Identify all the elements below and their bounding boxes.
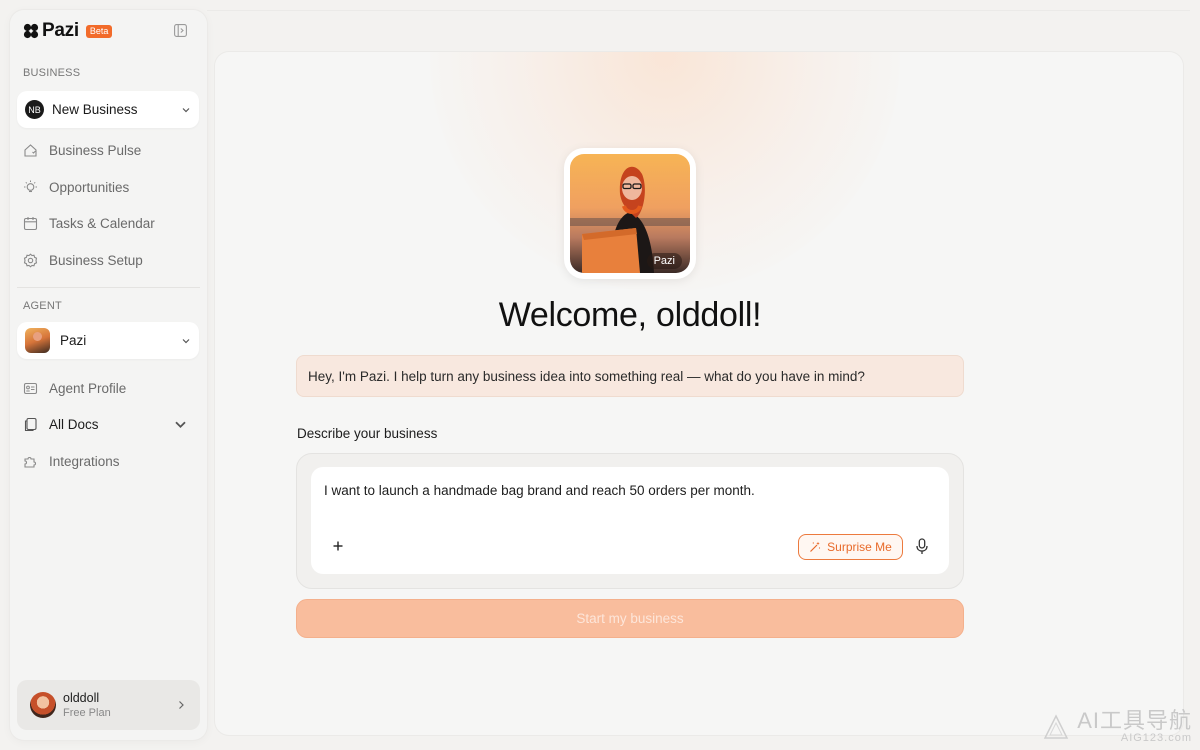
brand: Pazi Beta [23, 20, 113, 42]
agent-selector[interactable]: Pazi [17, 322, 199, 359]
composer-input-area[interactable]: I want to launch a handmade bag brand an… [311, 467, 949, 574]
watermark-logo-icon [1043, 714, 1069, 739]
surprise-me-label: Surprise Me [827, 540, 892, 554]
sidebar-item-label: Business Setup [49, 252, 143, 268]
sidebar-item-label: Tasks & Calendar [49, 215, 155, 231]
user-name: olddoll [63, 691, 100, 705]
chevron-down-icon [182, 338, 190, 343]
calendar-icon [23, 216, 38, 230]
sidebar-item-tasks-calendar[interactable]: Tasks & Calendar [23, 211, 199, 235]
sidebar-item-integrations[interactable]: Integrations [23, 449, 199, 473]
chevron-down-icon [175, 421, 186, 428]
chevron-right-icon [179, 701, 184, 709]
business-description-input[interactable]: I want to launch a handmade bag brand an… [324, 483, 924, 498]
user-account-card[interactable]: olddoll Free Plan [17, 680, 200, 730]
sidebar-item-label: Agent Profile [49, 380, 127, 396]
start-my-business-button[interactable]: Start my business [296, 599, 964, 638]
add-attachment-icon[interactable] [331, 539, 345, 553]
sidebar-item-business-setup[interactable]: Business Setup [23, 248, 199, 272]
sidebar: Pazi Beta BUSINESS NB New Business Busin… [10, 10, 207, 740]
business-description-composer: I want to launch a handmade bag brand an… [296, 453, 964, 589]
user-plan: Free Plan [63, 707, 111, 719]
lightbulb-icon [24, 180, 37, 192]
agent-photo-card: Pazi [564, 148, 696, 279]
sidebar-item-opportunities[interactable]: Opportunities [23, 175, 199, 199]
agent-photo: Pazi [570, 154, 690, 273]
brand-name: Pazi [42, 20, 79, 41]
home-icon [24, 143, 37, 157]
pazi-logo-icon [23, 23, 39, 39]
sidebar-item-label: Opportunities [49, 179, 130, 195]
business-selector[interactable]: NB New Business [17, 91, 199, 128]
watermark: AI工具导航 AIG123.com [1043, 710, 1192, 744]
agent-section-label: AGENT [23, 300, 62, 312]
avatar [30, 692, 56, 718]
agent-avatar [25, 328, 50, 353]
sidebar-item-agent-profile[interactable]: Agent Profile [23, 376, 199, 400]
agent-greeting-message: Hey, I'm Pazi. I help turn any business … [296, 355, 964, 397]
chevron-down-icon [182, 107, 190, 112]
magic-wand-icon [810, 541, 821, 552]
gear-icon [23, 252, 38, 268]
sidebar-item-label: Business Pulse [49, 142, 142, 158]
describe-business-label: Describe your business [297, 426, 438, 441]
business-avatar: NB [25, 100, 44, 119]
microphone-icon[interactable] [915, 538, 929, 555]
beta-badge: Beta [85, 24, 113, 38]
sidebar-item-label: Integrations [49, 453, 120, 469]
puzzle-icon [24, 456, 36, 468]
divider [17, 287, 200, 288]
welcome-heading: Welcome, olddoll! [498, 296, 762, 334]
docs-icon [24, 417, 37, 431]
agent-selector-label: Pazi [60, 333, 87, 348]
sidebar-item-all-docs[interactable]: All Docs [23, 412, 199, 436]
sidebar-item-business-pulse[interactable]: Business Pulse [23, 138, 199, 162]
id-card-icon [23, 382, 38, 394]
sidebar-item-label: All Docs [49, 416, 99, 432]
top-bar-divider [207, 10, 1190, 11]
watermark-text: AI工具导航 [1077, 708, 1192, 733]
watermark-url: AIG123.com [1120, 732, 1192, 744]
business-section-label: BUSINESS [23, 67, 81, 79]
agent-photo-tag: Pazi [646, 253, 682, 269]
surprise-me-button[interactable]: Surprise Me [798, 534, 903, 560]
sidebar-collapse-icon[interactable] [174, 24, 187, 37]
business-selector-label: New Business [52, 102, 138, 117]
